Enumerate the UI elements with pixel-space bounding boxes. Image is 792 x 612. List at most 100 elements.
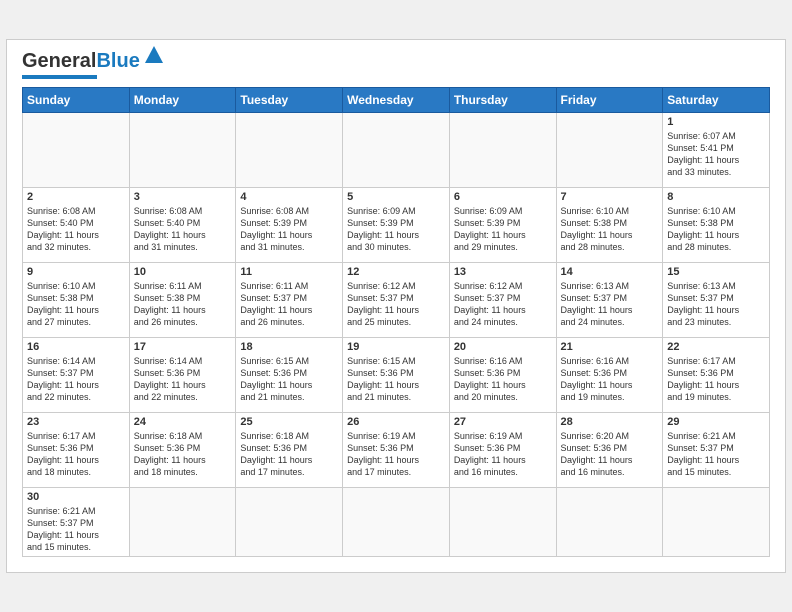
day-number: 18 — [240, 341, 338, 353]
logo-general: General — [22, 50, 96, 72]
day-cell: 14Sunrise: 6:13 AM Sunset: 5:37 PM Dayli… — [556, 262, 663, 337]
day-info: Sunrise: 6:17 AM Sunset: 5:36 PM Dayligh… — [27, 430, 125, 479]
day-cell: 3 Sunrise: 6:08 AM Sunset: 5:40 PM Daylig… — [129, 187, 236, 262]
weekday-header-sunday: Sunday — [23, 87, 130, 112]
week-row-5: 23 Sunrise: 6:17 AM Sunset: 5:36 PM Dayli… — [23, 412, 770, 487]
day-cell: 23 Sunrise: 6:17 AM Sunset: 5:36 PM Dayli… — [23, 412, 130, 487]
day-cell: 12Sunrise: 6:12 AM Sunset: 5:37 PM Dayli… — [343, 262, 450, 337]
day-cell: 9 Sunrise: 6:10 AM Sunset: 5:38 PM Daylig… — [23, 262, 130, 337]
day-number: 19 — [347, 341, 445, 353]
day-number: 27 — [454, 416, 552, 428]
day-number: 22 — [667, 341, 765, 353]
weekday-header-friday: Friday — [556, 87, 663, 112]
day-cell — [556, 112, 663, 187]
day-number: 3 — [134, 191, 232, 203]
day-cell: 21 Sunrise: 6:16 AM Sunset: 5:36 PM Dayli… — [556, 337, 663, 412]
day-cell — [449, 112, 556, 187]
day-info: Sunrise: 6:08 AM Sunset: 5:40 PM Dayligh… — [27, 205, 125, 254]
day-number: 17 — [134, 341, 232, 353]
day-cell: 1 Sunrise: 6:07 AM Sunset: 5:41 PM Daylig… — [663, 112, 770, 187]
day-number: 20 — [454, 341, 552, 353]
day-number: 23 — [27, 416, 125, 428]
day-number: 2 — [27, 191, 125, 203]
day-info: Sunrise: 6:18 AM Sunset: 5:36 PM Dayligh… — [134, 430, 232, 479]
day-cell: 2 Sunrise: 6:08 AM Sunset: 5:40 PM Daylig… — [23, 187, 130, 262]
day-number: 12 — [347, 266, 445, 278]
day-cell: 4Sunrise: 6:08 AM Sunset: 5:39 PM Daylig… — [236, 187, 343, 262]
day-cell — [236, 487, 343, 557]
day-cell: 19 Sunrise: 6:15 AM Sunset: 5:36 PM Dayli… — [343, 337, 450, 412]
day-cell: 17 Sunrise: 6:14 AM Sunset: 5:36 PM Dayli… — [129, 337, 236, 412]
day-number: 4 — [240, 191, 338, 203]
weekday-header-monday: Monday — [129, 87, 236, 112]
weekday-header-thursday: Thursday — [449, 87, 556, 112]
day-cell — [556, 487, 663, 557]
day-cell: 6Sunrise: 6:09 AM Sunset: 5:39 PM Daylig… — [449, 187, 556, 262]
day-cell — [343, 112, 450, 187]
day-number: 21 — [561, 341, 659, 353]
day-number: 10 — [134, 266, 232, 278]
logo: GeneralBlue — [22, 50, 164, 79]
day-number: 1 — [667, 116, 765, 128]
header: GeneralBlue — [22, 50, 770, 79]
day-info: Sunrise: 6:20 AM Sunset: 5:36 PM Dayligh… — [561, 430, 659, 479]
day-cell — [23, 112, 130, 187]
day-info: Sunrise: 6:21 AM Sunset: 5:37 PM Dayligh… — [667, 430, 765, 479]
day-info: Sunrise: 6:15 AM Sunset: 5:36 PM Dayligh… — [240, 355, 338, 404]
day-info: Sunrise: 6:07 AM Sunset: 5:41 PM Dayligh… — [667, 130, 765, 179]
day-info: Sunrise: 6:10 AM Sunset: 5:38 PM Dayligh… — [667, 205, 765, 254]
day-info: Sunrise: 6:14 AM Sunset: 5:36 PM Dayligh… — [134, 355, 232, 404]
calendar-container: GeneralBlue SundayMondayTuesdayWednesday… — [6, 39, 786, 574]
week-row-3: 9 Sunrise: 6:10 AM Sunset: 5:38 PM Daylig… — [23, 262, 770, 337]
day-number: 30 — [27, 491, 125, 503]
day-number: 9 — [27, 266, 125, 278]
day-info: Sunrise: 6:14 AM Sunset: 5:37 PM Dayligh… — [27, 355, 125, 404]
logo-underline — [22, 75, 97, 79]
day-cell: 24 Sunrise: 6:18 AM Sunset: 5:36 PM Dayli… — [129, 412, 236, 487]
day-cell — [449, 487, 556, 557]
day-info: Sunrise: 6:09 AM Sunset: 5:39 PM Dayligh… — [347, 205, 445, 254]
day-info: Sunrise: 6:16 AM Sunset: 5:36 PM Dayligh… — [561, 355, 659, 404]
calendar-table: SundayMondayTuesdayWednesdayThursdayFrid… — [22, 87, 770, 558]
day-info: Sunrise: 6:08 AM Sunset: 5:40 PM Dayligh… — [134, 205, 232, 254]
day-number: 11 — [240, 266, 338, 278]
day-cell: 27Sunrise: 6:19 AM Sunset: 5:36 PM Dayli… — [449, 412, 556, 487]
day-info: Sunrise: 6:10 AM Sunset: 5:38 PM Dayligh… — [27, 280, 125, 329]
day-cell: 16Sunrise: 6:14 AM Sunset: 5:37 PM Dayli… — [23, 337, 130, 412]
day-info: Sunrise: 6:13 AM Sunset: 5:37 PM Dayligh… — [667, 280, 765, 329]
day-cell: 10Sunrise: 6:11 AM Sunset: 5:38 PM Dayli… — [129, 262, 236, 337]
day-info: Sunrise: 6:15 AM Sunset: 5:36 PM Dayligh… — [347, 355, 445, 404]
day-info: Sunrise: 6:10 AM Sunset: 5:38 PM Dayligh… — [561, 205, 659, 254]
day-info: Sunrise: 6:21 AM Sunset: 5:37 PM Dayligh… — [27, 505, 125, 554]
week-row-1: 1 Sunrise: 6:07 AM Sunset: 5:41 PM Daylig… — [23, 112, 770, 187]
day-number: 25 — [240, 416, 338, 428]
day-cell: 7 Sunrise: 6:10 AM Sunset: 5:38 PM Daylig… — [556, 187, 663, 262]
day-number: 13 — [454, 266, 552, 278]
day-info: Sunrise: 6:18 AM Sunset: 5:36 PM Dayligh… — [240, 430, 338, 479]
day-number: 7 — [561, 191, 659, 203]
day-cell: 20Sunrise: 6:16 AM Sunset: 5:36 PM Dayli… — [449, 337, 556, 412]
day-info: Sunrise: 6:17 AM Sunset: 5:36 PM Dayligh… — [667, 355, 765, 404]
day-cell: 26Sunrise: 6:19 AM Sunset: 5:36 PM Dayli… — [343, 412, 450, 487]
day-number: 26 — [347, 416, 445, 428]
day-number: 29 — [667, 416, 765, 428]
day-number: 6 — [454, 191, 552, 203]
day-cell: 8Sunrise: 6:10 AM Sunset: 5:38 PM Daylig… — [663, 187, 770, 262]
day-cell: 29 Sunrise: 6:21 AM Sunset: 5:37 PM Dayli… — [663, 412, 770, 487]
day-number: 24 — [134, 416, 232, 428]
day-cell — [129, 487, 236, 557]
day-cell — [343, 487, 450, 557]
weekday-header-row: SundayMondayTuesdayWednesdayThursdayFrid… — [23, 87, 770, 112]
day-info: Sunrise: 6:11 AM Sunset: 5:37 PM Dayligh… — [240, 280, 338, 329]
day-cell: 28Sunrise: 6:20 AM Sunset: 5:36 PM Dayli… — [556, 412, 663, 487]
weekday-header-saturday: Saturday — [663, 87, 770, 112]
day-number: 14 — [561, 266, 659, 278]
day-cell: 18 Sunrise: 6:15 AM Sunset: 5:36 PM Dayli… — [236, 337, 343, 412]
day-cell: 30 Sunrise: 6:21 AM Sunset: 5:37 PM Dayli… — [23, 487, 130, 557]
day-cell: 11 Sunrise: 6:11 AM Sunset: 5:37 PM Dayli… — [236, 262, 343, 337]
day-number: 5 — [347, 191, 445, 203]
weekday-header-wednesday: Wednesday — [343, 87, 450, 112]
day-cell: 15 Sunrise: 6:13 AM Sunset: 5:37 PM Dayli… — [663, 262, 770, 337]
day-cell — [663, 487, 770, 557]
day-number: 15 — [667, 266, 765, 278]
